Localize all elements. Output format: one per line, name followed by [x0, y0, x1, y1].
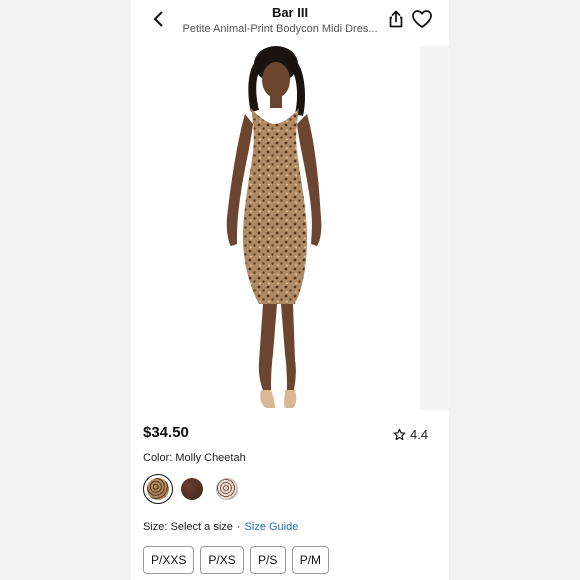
separator: ·	[236, 521, 241, 533]
size-options: P/XXS P/XS P/S P/M	[143, 546, 330, 574]
top-bar: Bar III Petite Animal-Print Bodycon Midi…	[131, 0, 449, 40]
size-option-pm[interactable]: P/M	[291, 546, 330, 574]
rating-value: 4.4	[410, 426, 429, 442]
size-option-pxxs[interactable]: P/XXS	[143, 546, 195, 574]
model-image	[226, 46, 322, 408]
product-image-carousel[interactable]	[131, 42, 449, 410]
size-guide-link[interactable]: Size Guide	[245, 521, 299, 533]
rating[interactable]: 4.4	[393, 424, 428, 444]
price: $34.50	[143, 424, 189, 441]
size-label: Size: Select a size	[143, 521, 233, 533]
product-screen: Bar III Petite Animal-Print Bodycon Midi…	[131, 0, 449, 580]
size-row: Size: Select a size · Size Guide	[143, 521, 298, 533]
swatch-cheetah[interactable]	[143, 474, 173, 504]
swatch-dark-brown[interactable]	[181, 478, 203, 500]
product-photo	[131, 42, 415, 410]
product-subtitle: Petite Animal-Print Bodycon Midi Dres...	[182, 23, 378, 35]
swatch-leopard[interactable]	[216, 478, 238, 500]
next-image-peek[interactable]	[420, 46, 449, 410]
size-option-pxs[interactable]: P/XS	[200, 546, 244, 574]
color-label: Color: Molly Cheetah	[143, 452, 246, 464]
share-icon[interactable]	[386, 9, 406, 29]
size-option-ps[interactable]: P/S	[249, 546, 286, 574]
heart-icon[interactable]	[411, 9, 433, 29]
star-icon	[393, 428, 406, 440]
